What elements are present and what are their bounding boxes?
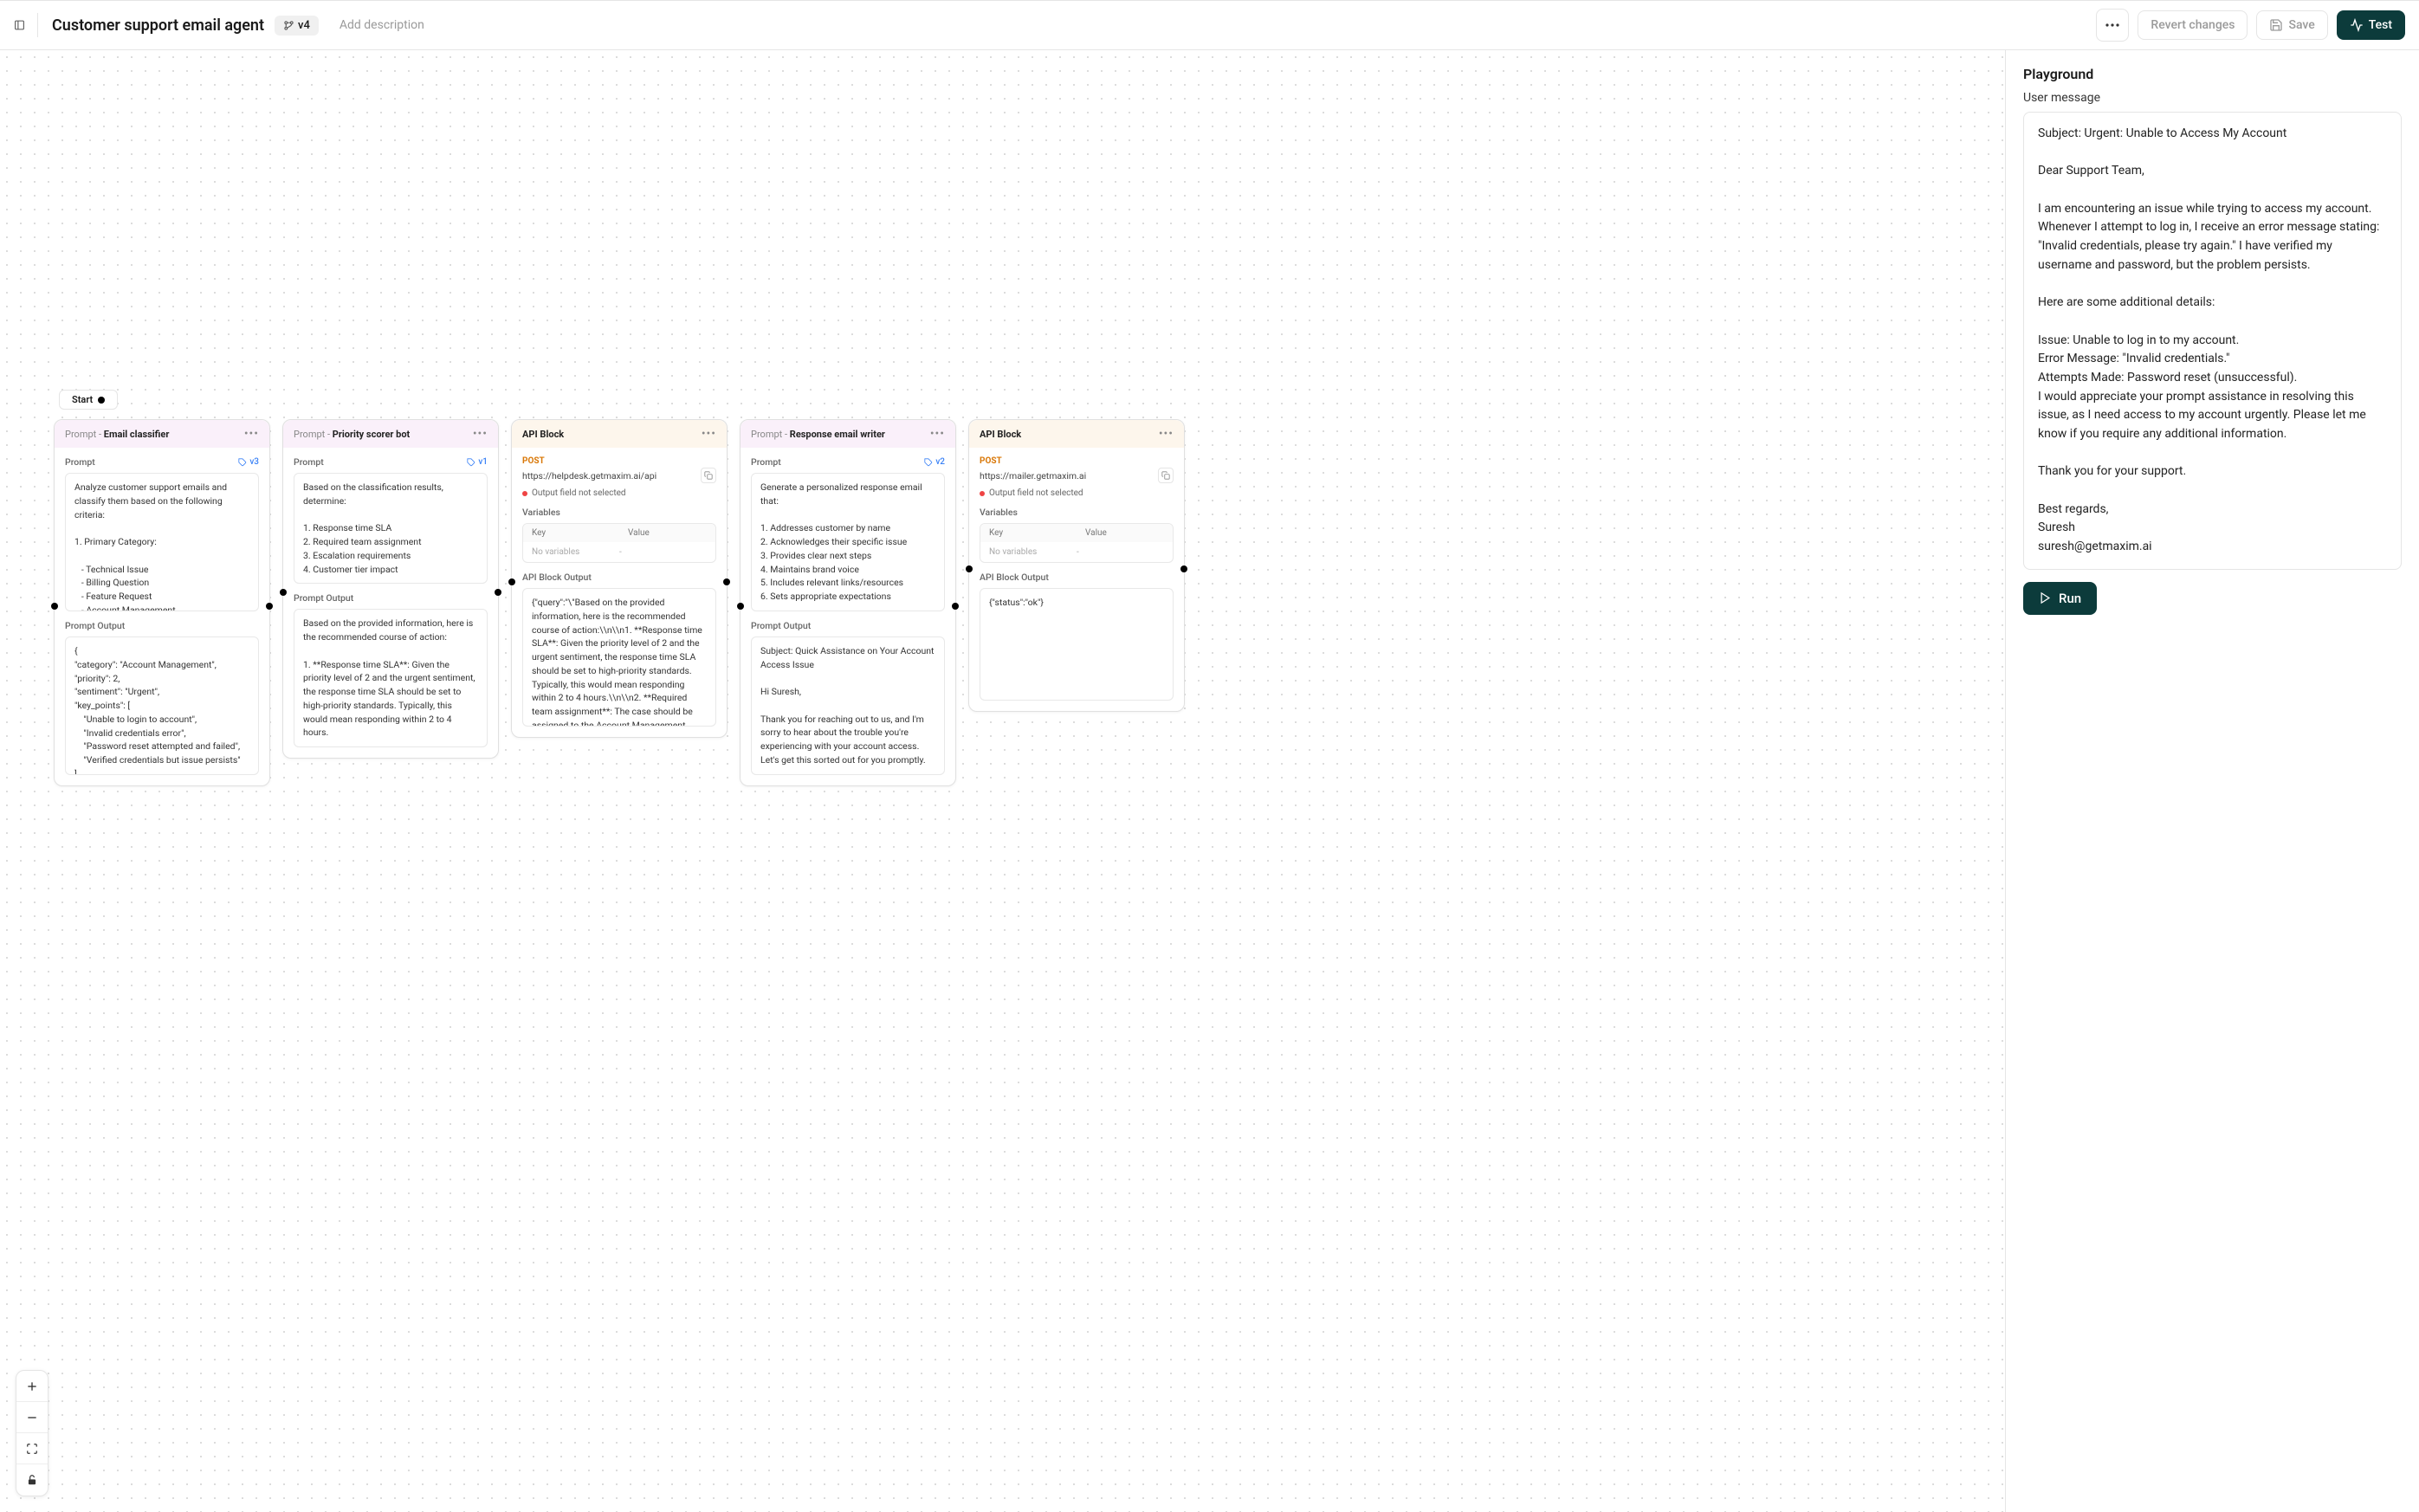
node-priority-scorer[interactable]: Prompt - Priority scorer bot ••• Prompt …	[282, 419, 499, 759]
plus-icon	[25, 1380, 39, 1393]
api-output: {"status":"ok"}	[980, 588, 1174, 701]
save-icon	[2269, 18, 2283, 32]
maximize-icon	[26, 1443, 38, 1455]
node-email-classifier[interactable]: Prompt - Email classifier ••• Prompt v3 …	[54, 419, 270, 786]
tag-icon	[238, 458, 247, 467]
variables-table: KeyValue No variables-	[522, 523, 716, 563]
version-badge[interactable]: v4	[275, 16, 319, 36]
api-url: https://mailer.getmaxim.ai	[980, 470, 1086, 481]
revert-button[interactable]: Revert changes	[2138, 10, 2248, 40]
node-mailer-api[interactable]: API Block ••• POST https://mailer.getmax…	[968, 419, 1185, 712]
user-message-input[interactable]: Subject: Urgent: Unable to Access My Acc…	[2023, 112, 2402, 570]
port-out[interactable]	[495, 589, 501, 596]
port-out[interactable]	[266, 603, 273, 610]
node-header: Prompt - Response email writer •••	[741, 420, 955, 448]
playground-panel: Playground User message Subject: Urgent:…	[2005, 50, 2419, 1512]
port-out[interactable]	[98, 397, 105, 404]
run-button[interactable]: Run	[2023, 582, 2097, 615]
port-in[interactable]	[966, 565, 973, 572]
minus-icon	[25, 1411, 39, 1425]
prompt-text: Analyze customer support emails and clas…	[65, 473, 259, 611]
node-menu[interactable]: •••	[473, 427, 488, 441]
more-menu-button[interactable]	[2096, 9, 2129, 42]
copy-icon	[1161, 471, 1170, 480]
node-header: API Block •••	[512, 420, 727, 448]
http-method: POST	[980, 456, 1174, 466]
port-in[interactable]	[280, 589, 287, 596]
header: Customer support email agent v4 Add desc…	[0, 0, 2419, 50]
port-out[interactable]	[1180, 565, 1187, 572]
port-in[interactable]	[737, 603, 744, 610]
prompt-output: Based on the provided information, here …	[294, 609, 488, 747]
page-title: Customer support email agent	[52, 16, 264, 35]
port-out[interactable]	[952, 603, 959, 610]
prompt-output: Subject: Quick Assistance on Your Accoun…	[751, 636, 945, 775]
panel-left-icon	[14, 17, 25, 33]
http-method: POST	[522, 456, 716, 466]
play-icon	[2039, 591, 2052, 604]
node-helpdesk-api[interactable]: API Block ••• POST https://helpdesk.getm…	[511, 419, 728, 738]
node-menu[interactable]: •••	[244, 427, 259, 441]
start-node[interactable]: Start	[59, 390, 118, 410]
api-output: {"query":"\"Based on the provided inform…	[522, 588, 716, 727]
node-header: Prompt - Priority scorer bot •••	[283, 420, 498, 448]
copy-url-button[interactable]	[1158, 468, 1174, 483]
playground-title: Playground	[2023, 66, 2402, 82]
node-menu[interactable]: •••	[1159, 427, 1174, 441]
prompt-version-link[interactable]: v1	[467, 457, 488, 467]
port-in[interactable]	[51, 603, 58, 610]
prompt-version-link[interactable]: v3	[238, 457, 259, 467]
prompt-output: { "category": "Account Management", "pri…	[65, 636, 259, 775]
prompt-text: Based on the classification results, det…	[294, 473, 488, 584]
dots-icon	[2105, 23, 2119, 27]
test-button[interactable]: Test	[2337, 10, 2405, 40]
sidebar-toggle[interactable]	[14, 13, 38, 37]
warning-dot-icon	[522, 491, 527, 496]
api-url: https://helpdesk.getmaxim.ai/api	[522, 470, 656, 481]
prompt-version-link[interactable]: v2	[924, 457, 945, 467]
zoom-in-button[interactable]	[16, 1371, 48, 1402]
port-out[interactable]	[723, 578, 730, 585]
node-header: Prompt - Email classifier •••	[55, 420, 269, 448]
lock-icon	[26, 1474, 38, 1486]
node-menu[interactable]: •••	[930, 427, 945, 441]
copy-url-button[interactable]	[701, 468, 716, 483]
node-menu[interactable]: •••	[702, 427, 716, 441]
user-message-label: User message	[2023, 91, 2402, 105]
node-header: API Block •••	[969, 420, 1184, 448]
prompt-text: Generate a personalized response email t…	[751, 473, 945, 611]
output-warning: Output field not selected	[980, 488, 1174, 498]
port-in[interactable]	[508, 578, 515, 585]
warning-dot-icon	[980, 491, 985, 496]
description-input[interactable]: Add description	[340, 18, 424, 32]
save-button[interactable]: Save	[2256, 10, 2327, 40]
tag-icon	[924, 458, 933, 467]
branch-icon	[283, 20, 294, 31]
fit-screen-button[interactable]	[16, 1433, 48, 1464]
zoom-out-button[interactable]	[16, 1402, 48, 1433]
output-warning: Output field not selected	[522, 488, 716, 498]
copy-icon	[704, 471, 713, 480]
tag-icon	[467, 458, 475, 467]
zoom-controls	[16, 1370, 49, 1496]
workflow-canvas[interactable]: Start Prompt - Email classifier ••• Prom…	[0, 50, 2005, 1512]
variables-table: KeyValue No variables-	[980, 523, 1174, 563]
pulse-icon	[2350, 18, 2364, 32]
lock-button[interactable]	[16, 1464, 48, 1496]
node-response-writer[interactable]: Prompt - Response email writer ••• Promp…	[740, 419, 956, 786]
